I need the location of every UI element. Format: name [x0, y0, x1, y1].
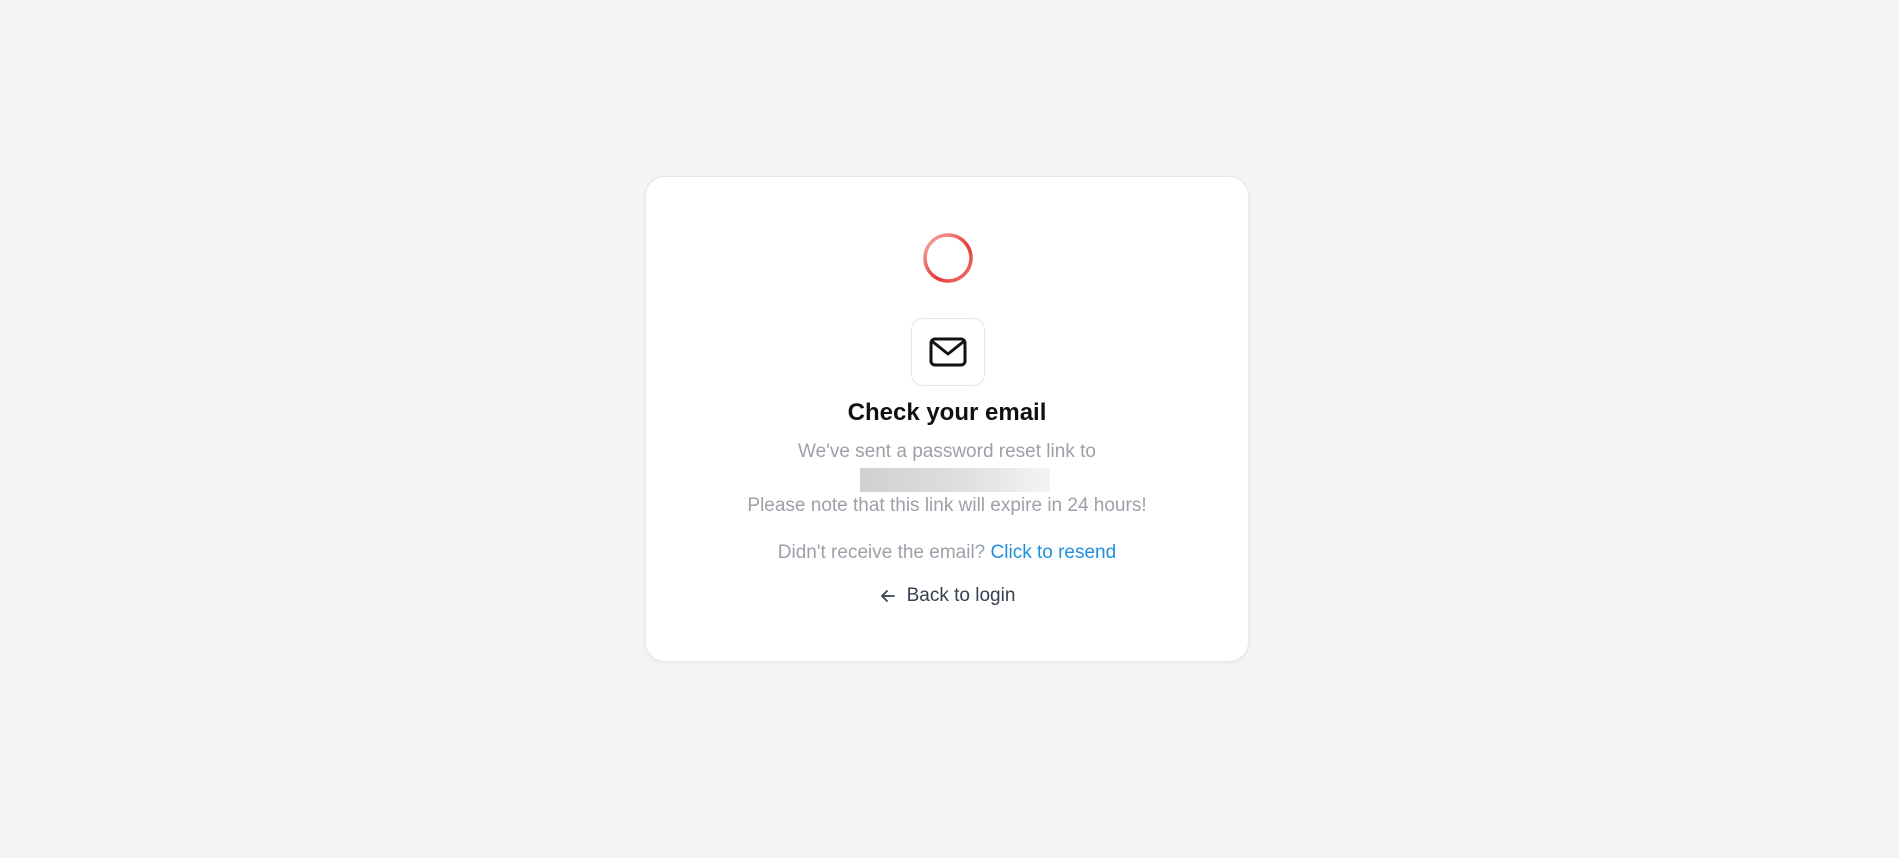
redacted-email	[860, 468, 1050, 492]
sent-message: We've sent a password reset link to	[798, 441, 1096, 462]
reset-email-card: Check your email We've sent a password r…	[645, 176, 1249, 662]
expiry-message: Please note that this link will expire i…	[747, 495, 1147, 516]
back-to-login-label: Back to login	[906, 585, 1016, 606]
resend-row: Didn't receive the email? Click to resen…	[646, 541, 1248, 565]
mail-icon-box	[911, 318, 985, 386]
arrow-left-icon	[880, 590, 895, 602]
back-to-login-link[interactable]: Back to login	[646, 584, 1248, 608]
resend-prompt: Didn't receive the email?	[777, 542, 986, 563]
mail-icon	[929, 337, 967, 367]
loading-spinner-icon	[923, 233, 973, 283]
page-title: Check your email	[847, 399, 1047, 426]
resend-link[interactable]: Click to resend	[991, 542, 1117, 563]
